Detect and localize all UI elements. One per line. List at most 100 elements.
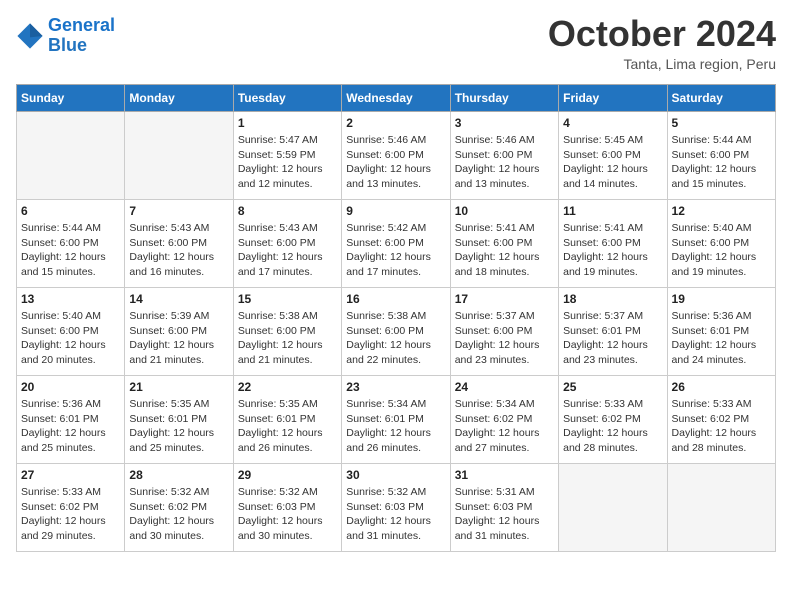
day-info: Sunrise: 5:33 AMSunset: 6:02 PMDaylight:… (21, 485, 120, 544)
day-number: 31 (455, 468, 554, 482)
day-number: 6 (21, 204, 120, 218)
day-header-tuesday: Tuesday (233, 85, 341, 112)
day-header-friday: Friday (559, 85, 667, 112)
day-info: Sunrise: 5:45 AMSunset: 6:00 PMDaylight:… (563, 133, 662, 192)
day-number: 21 (129, 380, 228, 394)
day-number: 14 (129, 292, 228, 306)
calendar-cell: 24Sunrise: 5:34 AMSunset: 6:02 PMDayligh… (450, 376, 558, 464)
day-number: 2 (346, 116, 445, 130)
calendar-cell: 27 Sunrise: 5:33 AMSunset: 6:02 PMDayligh… (17, 464, 125, 552)
day-number: 27 (21, 468, 120, 482)
day-header-wednesday: Wednesday (342, 85, 450, 112)
days-header-row: SundayMondayTuesdayWednesdayThursdayFrid… (17, 85, 776, 112)
location-subtitle: Tanta, Lima region, Peru (548, 56, 776, 72)
day-info: Sunrise: 5:31 AMSunset: 6:03 PMDaylight:… (455, 485, 554, 544)
day-info: Sunrise: 5:35 AMSunset: 6:01 PMDaylight:… (129, 397, 228, 456)
day-info: Sunrise: 5:33 AMSunset: 6:02 PMDaylight:… (563, 397, 662, 456)
day-number: 29 (238, 468, 337, 482)
calendar-cell: 1Sunrise: 5:47 AMSunset: 5:59 PMDaylight… (233, 112, 341, 200)
calendar-cell: 8 Sunrise: 5:43 AMSunset: 6:00 PMDaylight… (233, 200, 341, 288)
calendar-cell: 10 Sunrise: 5:41 AMSunset: 6:00 PMDayligh… (450, 200, 558, 288)
calendar-cell: 19Sunrise: 5:36 AMSunset: 6:01 PMDayligh… (667, 288, 775, 376)
calendar-cell: 3 Sunrise: 5:46 AMSunset: 6:00 PMDaylight… (450, 112, 558, 200)
calendar-cell: 17 Sunrise: 5:37 AMSunset: 6:00 PMDayligh… (450, 288, 558, 376)
day-info: Sunrise: 5:32 AMSunset: 6:03 PMDaylight:… (346, 485, 445, 544)
day-info: Sunrise: 5:34 AMSunset: 6:02 PMDaylight:… (455, 397, 554, 456)
day-info: Sunrise: 5:37 AMSunset: 6:00 PMDaylight:… (455, 309, 554, 368)
calendar-cell: 14 Sunrise: 5:39 AMSunset: 6:00 PMDayligh… (125, 288, 233, 376)
calendar-cell: 6Sunrise: 5:44 AMSunset: 6:00 PMDaylight… (17, 200, 125, 288)
day-header-monday: Monday (125, 85, 233, 112)
day-info: Sunrise: 5:44 AMSunset: 6:00 PMDaylight:… (672, 133, 771, 192)
month-title: October 2024 (548, 16, 776, 52)
day-number: 11 (563, 204, 662, 218)
calendar-cell: 23 Sunrise: 5:34 AMSunset: 6:01 PMDayligh… (342, 376, 450, 464)
day-info: Sunrise: 5:37 AMSunset: 6:01 PMDaylight:… (563, 309, 662, 368)
day-number: 3 (455, 116, 554, 130)
day-number: 13 (21, 292, 120, 306)
day-info: Sunrise: 5:41 AMSunset: 6:00 PMDaylight:… (563, 221, 662, 280)
day-number: 22 (238, 380, 337, 394)
day-header-sunday: Sunday (17, 85, 125, 112)
day-number: 1 (238, 116, 337, 130)
day-info: Sunrise: 5:40 AMSunset: 6:00 PMDaylight:… (21, 309, 120, 368)
logo: General Blue (16, 16, 115, 56)
logo-icon (16, 22, 44, 50)
day-number: 12 (672, 204, 771, 218)
day-number: 15 (238, 292, 337, 306)
day-number: 8 (238, 204, 337, 218)
calendar-table: SundayMondayTuesdayWednesdayThursdayFrid… (16, 84, 776, 552)
day-number: 16 (346, 292, 445, 306)
day-number: 4 (563, 116, 662, 130)
day-number: 25 (563, 380, 662, 394)
calendar-cell: 29 Sunrise: 5:32 AMSunset: 6:03 PMDayligh… (233, 464, 341, 552)
calendar-cell (559, 464, 667, 552)
day-info: Sunrise: 5:39 AMSunset: 6:00 PMDaylight:… (129, 309, 228, 368)
day-info: Sunrise: 5:46 AMSunset: 6:00 PMDaylight:… (455, 133, 554, 192)
day-info: Sunrise: 5:33 AMSunset: 6:02 PMDaylight:… (672, 397, 771, 456)
week-row-5: 27 Sunrise: 5:33 AMSunset: 6:02 PMDayligh… (17, 464, 776, 552)
day-number: 17 (455, 292, 554, 306)
week-row-4: 20Sunrise: 5:36 AMSunset: 6:01 PMDayligh… (17, 376, 776, 464)
day-number: 5 (672, 116, 771, 130)
calendar-cell: 25 Sunrise: 5:33 AMSunset: 6:02 PMDayligh… (559, 376, 667, 464)
day-number: 7 (129, 204, 228, 218)
logo-line1: General (48, 15, 115, 35)
day-number: 23 (346, 380, 445, 394)
day-info: Sunrise: 5:36 AMSunset: 6:01 PMDaylight:… (21, 397, 120, 456)
calendar-cell (17, 112, 125, 200)
calendar-cell: 26 Sunrise: 5:33 AMSunset: 6:02 PMDayligh… (667, 376, 775, 464)
day-number: 28 (129, 468, 228, 482)
week-row-2: 6Sunrise: 5:44 AMSunset: 6:00 PMDaylight… (17, 200, 776, 288)
calendar-cell: 18 Sunrise: 5:37 AMSunset: 6:01 PMDayligh… (559, 288, 667, 376)
day-number: 18 (563, 292, 662, 306)
calendar-cell: 7Sunrise: 5:43 AMSunset: 6:00 PMDaylight… (125, 200, 233, 288)
day-header-saturday: Saturday (667, 85, 775, 112)
calendar-cell: 22 Sunrise: 5:35 AMSunset: 6:01 PMDayligh… (233, 376, 341, 464)
logo-text: General Blue (48, 16, 115, 56)
calendar-cell: 2Sunrise: 5:46 AMSunset: 6:00 PMDaylight… (342, 112, 450, 200)
calendar-cell: 15 Sunrise: 5:38 AMSunset: 6:00 PMDayligh… (233, 288, 341, 376)
calendar-cell: 21 Sunrise: 5:35 AMSunset: 6:01 PMDayligh… (125, 376, 233, 464)
day-info: Sunrise: 5:40 AMSunset: 6:00 PMDaylight:… (672, 221, 771, 280)
day-info: Sunrise: 5:38 AMSunset: 6:00 PMDaylight:… (238, 309, 337, 368)
day-info: Sunrise: 5:32 AMSunset: 6:03 PMDaylight:… (238, 485, 337, 544)
day-number: 30 (346, 468, 445, 482)
day-info: Sunrise: 5:43 AMSunset: 6:00 PMDaylight:… (238, 221, 337, 280)
day-info: Sunrise: 5:36 AMSunset: 6:01 PMDaylight:… (672, 309, 771, 368)
day-info: Sunrise: 5:35 AMSunset: 6:01 PMDaylight:… (238, 397, 337, 456)
day-info: Sunrise: 5:34 AMSunset: 6:01 PMDaylight:… (346, 397, 445, 456)
day-number: 26 (672, 380, 771, 394)
calendar-cell: 16Sunrise: 5:38 AMSunset: 6:00 PMDayligh… (342, 288, 450, 376)
day-number: 9 (346, 204, 445, 218)
day-info: Sunrise: 5:41 AMSunset: 6:00 PMDaylight:… (455, 221, 554, 280)
title-area: October 2024 Tanta, Lima region, Peru (548, 16, 776, 72)
calendar-cell (667, 464, 775, 552)
day-info: Sunrise: 5:42 AMSunset: 6:00 PMDaylight:… (346, 221, 445, 280)
calendar-cell: 31 Sunrise: 5:31 AMSunset: 6:03 PMDayligh… (450, 464, 558, 552)
calendar-cell: 12 Sunrise: 5:40 AMSunset: 6:00 PMDayligh… (667, 200, 775, 288)
calendar-cell: 13 Sunrise: 5:40 AMSunset: 6:00 PMDayligh… (17, 288, 125, 376)
week-row-1: 1Sunrise: 5:47 AMSunset: 5:59 PMDaylight… (17, 112, 776, 200)
calendar-cell: 20Sunrise: 5:36 AMSunset: 6:01 PMDayligh… (17, 376, 125, 464)
day-number: 10 (455, 204, 554, 218)
